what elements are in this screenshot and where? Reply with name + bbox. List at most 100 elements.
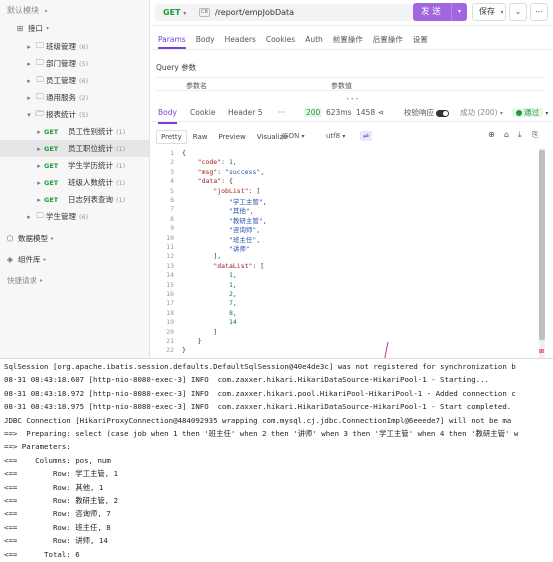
validate-toggle[interactable]: 校验响应 — [404, 104, 449, 122]
tab-settings[interactable]: 设置 — [413, 30, 428, 49]
folder-item-open[interactable]: ▾ 🗁 报表统计 (5) — [0, 106, 149, 123]
line-number: 11 — [166, 243, 174, 251]
tab-response-header[interactable]: Header 5 — [228, 104, 262, 122]
line-number: 17 — [166, 299, 174, 308]
pass-dot-icon — [516, 110, 522, 116]
chevron-right-icon[interactable]: ▸ — [34, 196, 44, 204]
chevron-down-icon[interactable]: ▾ — [451, 3, 467, 21]
panel-resize-handle[interactable]: ••• — [346, 96, 360, 103]
tree-root-interfaces[interactable]: ⊞ 接口 ▾ — [0, 20, 149, 37]
request-tabs: Params Body Headers Cookies Auth 前置操作 后置… — [150, 30, 553, 50]
chevron-right-icon[interactable]: ▸ — [34, 162, 44, 170]
response-json-viewer[interactable]: 1 {2 "code": 1, 3 "msg": "success", 4 "data… — [156, 148, 539, 356]
share-icon[interactable]: ⋖ — [378, 104, 384, 122]
chevron-right-icon[interactable]: ▸ — [24, 213, 34, 221]
send-button[interactable]: 发 送 ▾ — [413, 3, 467, 21]
format-select[interactable]: JSON ▾ — [282, 130, 305, 143]
chevron-right-icon[interactable]: ▸ — [24, 43, 34, 51]
quick-request-item[interactable]: 快捷请求 ▸ — [0, 272, 149, 289]
chevron-right-icon[interactable]: ▸ — [34, 179, 44, 187]
request-item[interactable]: ▸ GET 学生学历统计 (1) — [0, 157, 149, 174]
api-client-window: 默认模块 ▾ ⊞ 接口 ▾ ▸ 🗀 班级管理 (6) ▸ 🗀 部门管理 (5) … — [0, 0, 553, 372]
more-icon[interactable]: ⋯ — [530, 3, 548, 21]
tree-root-label: 接口 — [28, 24, 43, 33]
chevron-right-icon[interactable]: ▸ — [24, 77, 34, 85]
response-more-icon[interactable]: ··· — [278, 104, 285, 122]
tab-response-body[interactable]: Body — [158, 104, 177, 124]
request-item[interactable]: ▸ GET 员工性别统计 (1) — [0, 123, 149, 140]
code-line: 1, — [228, 271, 237, 280]
method-select[interactable]: GET ▾ — [159, 6, 190, 19]
folder-item[interactable]: ▸ 🗀 学生管理 (6) — [0, 208, 149, 225]
save-button[interactable]: 保存 ▾ — [472, 3, 506, 21]
components-item[interactable]: ◈ 组件库 ▸ — [0, 251, 149, 268]
response-size: 1458 — [356, 108, 376, 117]
param-name-header: 参数名 — [186, 82, 207, 90]
request-item[interactable]: ▸ GET 班级人数统计 (1) — [0, 174, 149, 191]
tab-params[interactable]: Params — [158, 30, 186, 49]
tab-pretty[interactable]: Pretty — [156, 130, 187, 144]
resize-corner-icon[interactable]: ⊠ — [539, 349, 545, 355]
zoom-icon[interactable]: ⊕ — [488, 130, 495, 139]
tab-post-request[interactable]: 后置操作 — [373, 30, 403, 49]
pass-badge[interactable]: 通过 ▾ — [512, 104, 548, 123]
data-model-item[interactable]: ⬡ 数据模型 ▸ — [0, 230, 149, 247]
chevron-right-icon[interactable]: ▸ — [24, 94, 34, 102]
wrap-icon[interactable]: ⇌ — [360, 131, 372, 141]
console-line: <== Row: 咨询师, 7 — [4, 509, 111, 519]
tab-raw[interactable]: Raw — [188, 130, 213, 144]
tab-body[interactable]: Body — [196, 30, 215, 49]
request-item[interactable]: ▸ GET 日志列表查询 (1) — [0, 191, 149, 208]
code-line: ], — [182, 252, 222, 261]
home-icon[interactable]: ⌂ — [504, 130, 509, 139]
tab-response-cookie[interactable]: Cookie — [190, 104, 215, 122]
line-number: 22 — [166, 346, 174, 355]
folder-icon: 🗀 — [36, 210, 44, 220]
tab-headers[interactable]: Headers — [225, 30, 256, 49]
folder-item[interactable]: ▸ 🗀 通用服务 (2) — [0, 89, 149, 106]
chevron-down-icon[interactable]: ▾ — [24, 111, 34, 119]
method-badge: GET — [44, 178, 59, 187]
folder-label: 员工管理 — [46, 76, 76, 85]
tab-preview[interactable]: Preview — [214, 130, 251, 144]
response-time: 623ms — [326, 108, 352, 117]
folder-label: 学生管理 — [46, 212, 76, 221]
scrollbar-thumb[interactable] — [539, 150, 545, 340]
chevron-right-icon: ▸ — [43, 256, 47, 263]
line-number: 1 — [170, 149, 174, 157]
folder-label: 通用服务 — [46, 93, 76, 102]
url-input[interactable]: /report/empJobData — [215, 6, 294, 19]
code-line: "msg": "success", — [197, 167, 265, 176]
download-icon[interactable]: ⤓ — [518, 130, 522, 140]
method-badge: GET — [44, 127, 59, 136]
success-select[interactable]: 成功 (200) ▾ — [460, 104, 503, 123]
encoding-select[interactable]: utf8 ▾ — [326, 130, 345, 143]
tab-auth[interactable]: Auth — [305, 30, 323, 49]
folder-item[interactable]: ▸ 🗀 员工管理 (6) — [0, 72, 149, 89]
console-line: <== Columns: pos, num — [4, 455, 111, 465]
tab-pre-request[interactable]: 前置操作 — [333, 30, 363, 49]
module-selector[interactable]: 默认模块 ▾ — [7, 5, 48, 16]
chevron-right-icon[interactable]: ▸ — [34, 128, 44, 136]
copy-icon[interactable]: ⎘ — [532, 130, 538, 140]
request-label: 班级人数统计 — [68, 178, 113, 187]
code-line: { — [182, 149, 186, 157]
status-code: 200 — [304, 104, 323, 122]
folder-item[interactable]: ▸ 🗀 班级管理 (6) — [0, 38, 149, 55]
line-number: 15 — [166, 280, 174, 289]
toggle-switch[interactable] — [436, 109, 449, 117]
tab-cookies[interactable]: Cookies — [266, 30, 295, 49]
chevron-right-icon[interactable]: ▸ — [24, 60, 34, 68]
env-badge[interactable]: CB — [199, 8, 210, 17]
request-count: (1) — [116, 144, 126, 153]
chevron-right-icon[interactable]: ▸ — [34, 145, 44, 153]
chevron-down-icon: ▾ — [500, 9, 504, 16]
query-params-table: 参数名 参数值 — [156, 77, 546, 91]
view-mode-tabs: Pretty Raw Preview Visualize — [156, 130, 294, 144]
expand-icon[interactable]: ⌄ — [509, 3, 527, 21]
sidebar: 默认模块 ▾ ⊞ 接口 ▾ ▸ 🗀 班级管理 (6) ▸ 🗀 部门管理 (5) … — [0, 0, 150, 358]
request-item-active[interactable]: ▸ GET 员工职位统计 (1) — [0, 140, 149, 157]
folder-icon: 🗀 — [36, 40, 44, 50]
request-label: 员工性别统计 — [68, 127, 113, 136]
folder-item[interactable]: ▸ 🗀 部门管理 (5) — [0, 55, 149, 72]
